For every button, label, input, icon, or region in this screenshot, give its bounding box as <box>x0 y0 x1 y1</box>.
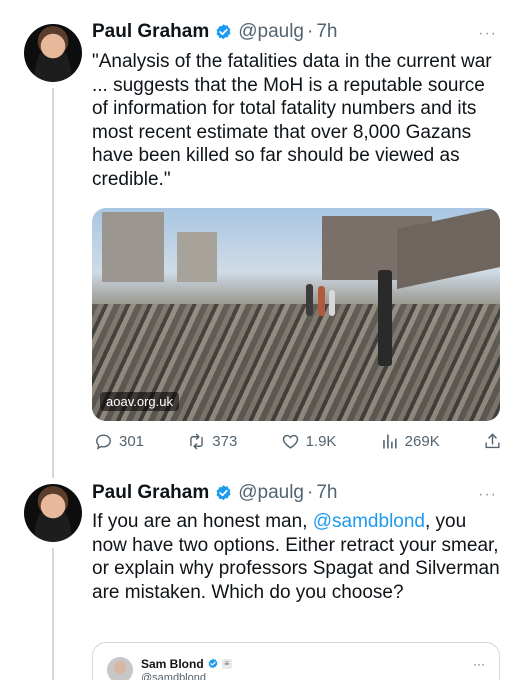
mention-link[interactable]: @samdblond <box>313 511 425 532</box>
tweet-2[interactable]: Paul Graham @paulg · 7h ··· If you are a… <box>0 470 524 680</box>
retweet-icon <box>190 433 204 450</box>
share-button[interactable] <box>483 432 502 451</box>
like-count: 1.9K <box>305 433 337 450</box>
tweet-1[interactable]: Paul Graham @paulg · 7h ··· "Analysis of… <box>0 0 524 470</box>
reply-icon <box>96 434 111 450</box>
tweet-header: Paul Graham @paulg · 7h <box>92 482 337 504</box>
image-person <box>306 284 313 316</box>
heart-icon <box>282 434 298 449</box>
tweet-text-part: If you are an honest man, <box>92 511 313 532</box>
views-icon <box>382 434 397 449</box>
tweet-text: If you are an honest man, @samdblond, yo… <box>92 510 502 604</box>
image-person <box>318 286 325 316</box>
affiliation-badge-icon: ≡ <box>221 659 232 669</box>
share-icon <box>485 433 500 449</box>
more-options-icon[interactable]: ··· <box>473 657 485 671</box>
quote-author: Sam Blond ≡ <box>141 657 232 671</box>
verified-badge-icon <box>216 23 231 39</box>
author-name[interactable]: Paul Graham <box>92 21 209 43</box>
image-person <box>329 290 335 316</box>
timestamp[interactable]: 7h <box>316 21 337 43</box>
image-building <box>102 212 164 282</box>
media-source-label[interactable]: aoav.org.uk <box>100 392 179 411</box>
action-bar: 301 373 1.9K 269K <box>94 432 502 451</box>
tweet-image[interactable]: aoav.org.uk <box>92 208 500 421</box>
quote-avatar <box>107 657 133 680</box>
verified-badge-icon <box>216 484 231 500</box>
separator: · <box>307 21 314 42</box>
author-handle[interactable]: @paulg <box>238 21 304 43</box>
avatar[interactable] <box>24 24 82 82</box>
like-button[interactable]: 1.9K <box>281 432 337 451</box>
separator: · <box>307 482 314 503</box>
retweet-count: 373 <box>212 433 238 450</box>
quoted-tweet[interactable]: Sam Blond ≡ @samdblond ··· <box>92 642 500 680</box>
retweet-button[interactable]: 373 <box>187 432 237 451</box>
verified-badge-icon <box>208 658 218 669</box>
reply-button[interactable]: 301 <box>94 432 144 451</box>
quote-author-name: Sam Blond <box>141 657 204 671</box>
avatar[interactable] <box>24 484 82 542</box>
tweet-text: "Analysis of the fatalities data in the … <box>92 51 492 190</box>
timestamp[interactable]: 7h <box>316 482 337 504</box>
reply-count: 301 <box>119 433 145 450</box>
more-options-icon[interactable]: ··· <box>478 25 497 43</box>
quote-author-handle: @samdblond <box>141 672 206 680</box>
author-name[interactable]: Paul Graham <box>92 482 209 504</box>
more-options-icon[interactable]: ··· <box>478 486 497 504</box>
image-person <box>378 270 392 366</box>
author-handle[interactable]: @paulg <box>238 482 304 504</box>
tweet-header: Paul Graham @paulg · 7h <box>92 21 337 43</box>
image-building <box>177 232 217 282</box>
view-count: 269K <box>404 433 440 450</box>
views-button[interactable]: 269K <box>380 432 440 451</box>
